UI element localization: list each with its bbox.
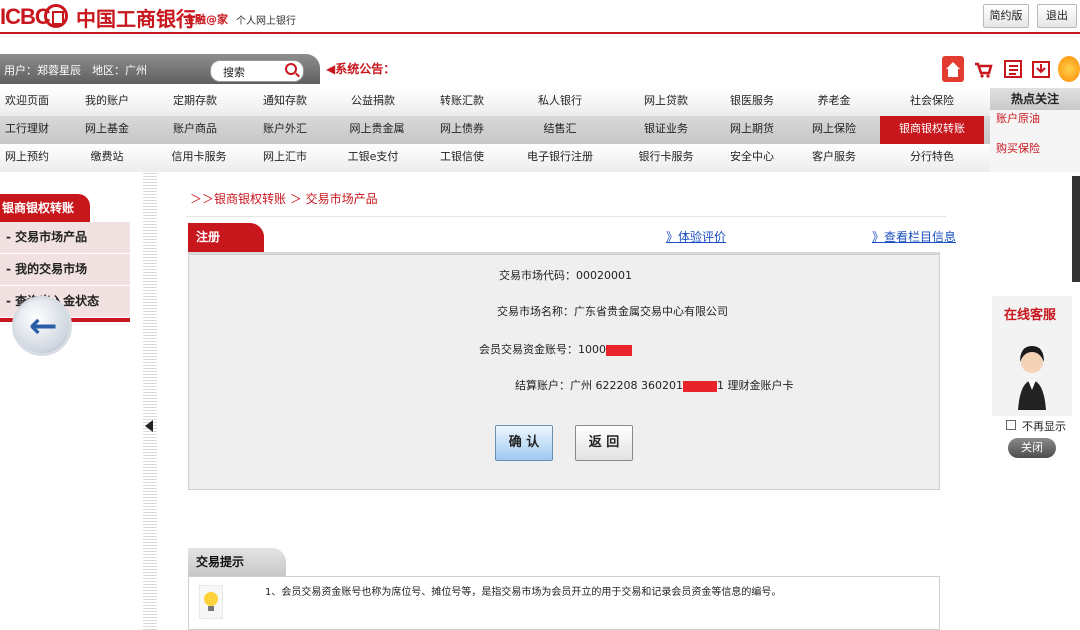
nav-item[interactable]: 账户商品	[166, 116, 224, 144]
lightbulb-icon	[198, 584, 224, 620]
nav-item[interactable]: 网上债券	[432, 116, 492, 144]
tips-tab: 交易提示	[188, 548, 286, 576]
nav-row-1: 欢迎页面 我的账户 定期存款 通知存款 公益捐款 转账汇款 私人银行 网上贷款 …	[0, 88, 990, 116]
nav-item[interactable]: 缴费站	[78, 144, 136, 172]
sidebar-title: 银商银权转账	[0, 194, 90, 222]
member-account-field: 会员交易资金账号：1000	[479, 341, 632, 357]
collapse-sidebar-icon[interactable]	[145, 420, 153, 432]
member-account-label: 会员交易资金账号：1000	[479, 343, 606, 356]
dont-show-checkbox[interactable]	[1006, 420, 1016, 430]
back-navigation-button[interactable]: ←	[12, 296, 72, 356]
sidebar-splitter[interactable]	[143, 172, 157, 630]
redaction-mark	[682, 380, 717, 392]
user-bar: 用户：郑蓉星辰 地区：广州 搜索 ◀系统公告：	[0, 54, 1080, 88]
download-icon[interactable]	[1030, 56, 1052, 82]
nav-item[interactable]: 银医服务	[722, 88, 782, 116]
nav-item[interactable]: 结售汇	[530, 116, 590, 144]
brand-slogan: 金融@家	[184, 13, 228, 26]
nav-item[interactable]: 网上基金	[78, 116, 136, 144]
hot-topics-title: 热点关注	[990, 88, 1080, 110]
nav-item[interactable]: 定期存款	[166, 88, 224, 116]
brand-seal-icon	[44, 4, 68, 28]
register-form-panel: 交易市场代码：00020001 交易市场名称：广东省贵金属交易中心有限公司 会员…	[188, 254, 940, 490]
nav-item[interactable]: 我的账户	[78, 88, 136, 116]
service-bubble-icon[interactable]	[1058, 56, 1080, 82]
nav-item[interactable]: 网上贵金属	[342, 116, 412, 144]
tips-text: 1、会员交易资金账号也称为席位号、摊位号等，是指交易市场为会员开立的用于交易和记…	[265, 587, 782, 598]
nav-item[interactable]: 网上保险	[806, 116, 862, 144]
sidebar-item-my-markets[interactable]: - 我的交易市场	[0, 254, 130, 286]
nav-item[interactable]: 欢迎页面	[0, 88, 54, 116]
service-agent-avatar[interactable]	[1010, 324, 1054, 412]
logout-button[interactable]: 退出	[1037, 4, 1077, 28]
breadcrumb[interactable]: ＞＞银商银权转账 ＞ 交易市场产品	[190, 190, 378, 207]
service-title[interactable]: 在线客服	[1004, 304, 1056, 323]
nav-item[interactable]: 网上汇市	[256, 144, 314, 172]
nav-item[interactable]: 社会保险	[880, 88, 984, 116]
nav-item[interactable]: 网上贷款	[636, 88, 696, 116]
nav-item[interactable]: 账户外汇	[256, 116, 314, 144]
hot-link[interactable]: 购买保险	[996, 140, 1040, 156]
nav-item[interactable]: 公益捐款	[342, 88, 404, 116]
return-button[interactable]: 返 回	[575, 425, 633, 461]
user-info-strip: 用户：郑蓉星辰 地区：广州 搜索	[0, 54, 320, 84]
confirm-button[interactable]: 确 认	[495, 425, 553, 461]
market-code-field: 交易市场代码：00020001	[499, 269, 632, 282]
hot-topics-panel: 热点关注 账户原油 购买保险	[990, 88, 1080, 172]
simple-version-button[interactable]: 简约版	[983, 4, 1029, 28]
panel-tab-register: 注册	[188, 223, 264, 253]
nav-item[interactable]: 分行特色	[880, 144, 984, 172]
nav-row-2: 工行理财 网上基金 账户商品 账户外汇 网上贵金属 网上债券 结售汇 银证业务 …	[0, 116, 990, 144]
nav-item-active[interactable]: 银商银权转账	[880, 116, 984, 144]
cart-icon[interactable]	[972, 56, 994, 82]
list-icon[interactable]	[1002, 56, 1024, 82]
main-nav: 欢迎页面 我的账户 定期存款 通知存款 公益捐款 转账汇款 私人银行 网上贷款 …	[0, 88, 1080, 172]
user-info: 用户：郑蓉星辰 地区：广州	[4, 64, 147, 77]
divider	[186, 216, 946, 217]
close-widget-button[interactable]: 关闭	[1008, 438, 1056, 458]
feedback-link[interactable]: 》体验评价	[666, 228, 726, 245]
nav-item[interactable]: 电子银行注册	[522, 144, 598, 172]
nav-item[interactable]: 养老金	[806, 88, 862, 116]
search-input[interactable]: 搜索	[210, 60, 304, 82]
hot-link[interactable]: 账户原油	[996, 110, 1040, 126]
nav-item[interactable]: 安全中心	[722, 144, 782, 172]
online-service-widget: 在线客服 不再显示 关闭	[992, 296, 1072, 464]
nav-item[interactable]: 网上预约	[0, 144, 54, 172]
tips-box: 1、会员交易资金账号也称为席位号、摊位号等，是指交易市场为会员开立的用于交易和记…	[188, 576, 940, 630]
nav-item[interactable]: 网上期货	[722, 116, 782, 144]
nav-item[interactable]: 私人银行	[530, 88, 590, 116]
search-icon[interactable]	[285, 63, 297, 75]
brand-logo-text: ICBC	[0, 4, 51, 29]
site-subtitle: 个人网上银行	[236, 16, 296, 27]
side-toolbar-handle[interactable]	[1072, 176, 1080, 282]
brand-name: 中国工商银行	[76, 7, 196, 31]
redaction-mark	[606, 344, 632, 356]
arrow-left-icon: ←	[29, 306, 58, 346]
nav-item[interactable]: 转账汇款	[432, 88, 492, 116]
nav-item[interactable]: 通知存款	[256, 88, 314, 116]
nav-item[interactable]: 工银信使	[432, 144, 492, 172]
search-label: 搜索	[223, 66, 245, 79]
nav-row-3: 网上预约 缴费站 信用卡服务 网上汇市 工银e支付 工银信使 电子银行注册 银行…	[0, 144, 990, 172]
nav-item[interactable]: 信用卡服务	[166, 144, 232, 172]
nav-item[interactable]: 客户服务	[806, 144, 862, 172]
settlement-account-suffix: 1 理财金账户卡	[716, 379, 794, 392]
settlement-account-field: 结算账户：广州 622208 360201 1 理财金账户卡	[515, 377, 793, 393]
nav-item[interactable]: 银证业务	[636, 116, 696, 144]
settlement-account-label: 结算账户：广州 622208 360201	[515, 379, 683, 392]
column-info-link[interactable]: 》查看栏目信息	[872, 228, 956, 245]
dont-show-label: 不再显示	[1022, 420, 1066, 433]
home-icon[interactable]	[942, 56, 964, 82]
market-name-field: 交易市场名称：广东省贵金属交易中心有限公司	[497, 305, 728, 318]
nav-item[interactable]: 工银e支付	[342, 144, 404, 172]
header: ICBC 中国工商银行 金融@家 个人网上银行 简约版 退出	[0, 0, 1080, 34]
nav-item[interactable]: 工行理财	[0, 116, 54, 144]
nav-item[interactable]: 银行卡服务	[632, 144, 700, 172]
sidebar-item-market-products[interactable]: - 交易市场产品	[0, 222, 130, 254]
system-notice[interactable]: ◀系统公告：	[326, 60, 395, 77]
